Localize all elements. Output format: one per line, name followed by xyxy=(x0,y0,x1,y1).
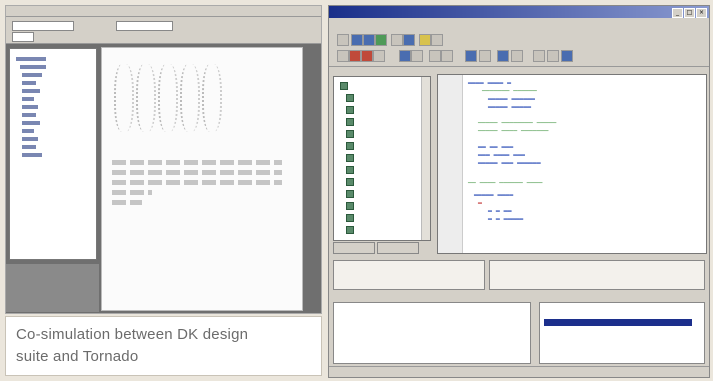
lower-panels xyxy=(333,302,705,364)
terminal-icon[interactable] xyxy=(465,50,477,62)
window-icon[interactable] xyxy=(561,50,573,62)
registers-icon[interactable] xyxy=(441,50,453,62)
tree-item[interactable] xyxy=(346,129,357,138)
browser-icon[interactable] xyxy=(479,50,491,62)
watch-icon[interactable] xyxy=(411,50,423,62)
build-output-panel[interactable] xyxy=(489,260,705,290)
dk-schematic-document xyxy=(101,47,303,311)
help-icon[interactable] xyxy=(533,50,545,62)
dk-title-bar xyxy=(6,6,321,17)
tab-files[interactable] xyxy=(333,242,375,254)
run-icon[interactable] xyxy=(431,34,443,46)
step-into-icon[interactable] xyxy=(361,50,373,62)
selected-row[interactable] xyxy=(544,319,692,326)
shell-panel[interactable] xyxy=(333,260,485,290)
tornado-toolbar xyxy=(329,30,709,67)
tornado-menu-bar xyxy=(329,18,709,29)
close-icon[interactable]: × xyxy=(696,8,707,18)
dk-project-field[interactable] xyxy=(116,21,173,31)
tree-item[interactable] xyxy=(340,81,351,90)
tree-item[interactable] xyxy=(346,117,357,126)
dk-path-field[interactable] xyxy=(12,21,74,31)
tree-item[interactable] xyxy=(346,213,357,222)
tree-scrollbar[interactable] xyxy=(421,77,430,240)
cut-icon[interactable] xyxy=(391,34,403,46)
stop-icon[interactable] xyxy=(337,50,349,62)
options-icon[interactable] xyxy=(547,50,559,62)
dk-project-tree[interactable] xyxy=(9,48,97,260)
open-icon[interactable] xyxy=(351,34,363,46)
dk-toolbar xyxy=(6,17,321,44)
tornado-workspace-tree[interactable] xyxy=(333,76,431,241)
tree-item[interactable] xyxy=(346,165,357,174)
dk-output-area xyxy=(6,264,99,312)
source-editor[interactable]: ════ ════ ═ ─────── ────── ═════ ══════ … xyxy=(437,74,707,254)
target-icon[interactable] xyxy=(497,50,509,62)
minimize-icon[interactable]: _ xyxy=(672,8,683,18)
maximize-icon[interactable]: □ xyxy=(684,8,695,18)
shell-icon[interactable] xyxy=(511,50,523,62)
copy-icon[interactable] xyxy=(403,34,415,46)
tornado-ide-screenshot: _ □ × ════ ════ ═ ─────── ────── ═════ ═… xyxy=(328,5,710,378)
caption-line-1: Co-simulation between DK design xyxy=(16,326,249,343)
memory-icon[interactable] xyxy=(429,50,441,62)
continue-icon[interactable] xyxy=(399,50,411,62)
watch-panel[interactable] xyxy=(539,302,705,364)
tree-item[interactable] xyxy=(346,105,357,114)
status-bar xyxy=(329,366,709,377)
step-over-icon[interactable] xyxy=(373,50,385,62)
tree-item[interactable] xyxy=(346,177,357,186)
tree-item[interactable] xyxy=(346,189,357,198)
tree-item[interactable] xyxy=(346,201,357,210)
figure-caption: Co-simulation between DK design suite an… xyxy=(5,316,322,376)
tree-item[interactable] xyxy=(346,93,357,102)
caption-line-2: suite and Tornado xyxy=(16,348,139,365)
tree-item[interactable] xyxy=(346,141,357,150)
breakpoint-icon[interactable] xyxy=(349,50,361,62)
new-file-icon[interactable] xyxy=(337,34,349,46)
debug-panels xyxy=(333,260,705,290)
workspace-tabs xyxy=(333,242,429,254)
editor-gutter xyxy=(438,75,463,253)
debug-icon[interactable] xyxy=(419,34,431,46)
build-icon[interactable] xyxy=(375,34,387,46)
dk-combo-field[interactable] xyxy=(12,32,34,42)
task-list-panel[interactable] xyxy=(333,302,531,364)
tab-vxworks[interactable] xyxy=(377,242,419,254)
dk-design-suite-screenshot xyxy=(5,5,322,314)
tree-item[interactable] xyxy=(346,225,357,234)
figure-frame: Co-simulation between DK design suite an… xyxy=(0,0,713,381)
save-icon[interactable] xyxy=(363,34,375,46)
tree-item[interactable] xyxy=(346,153,357,162)
tornado-title-bar: _ □ × xyxy=(329,6,709,18)
